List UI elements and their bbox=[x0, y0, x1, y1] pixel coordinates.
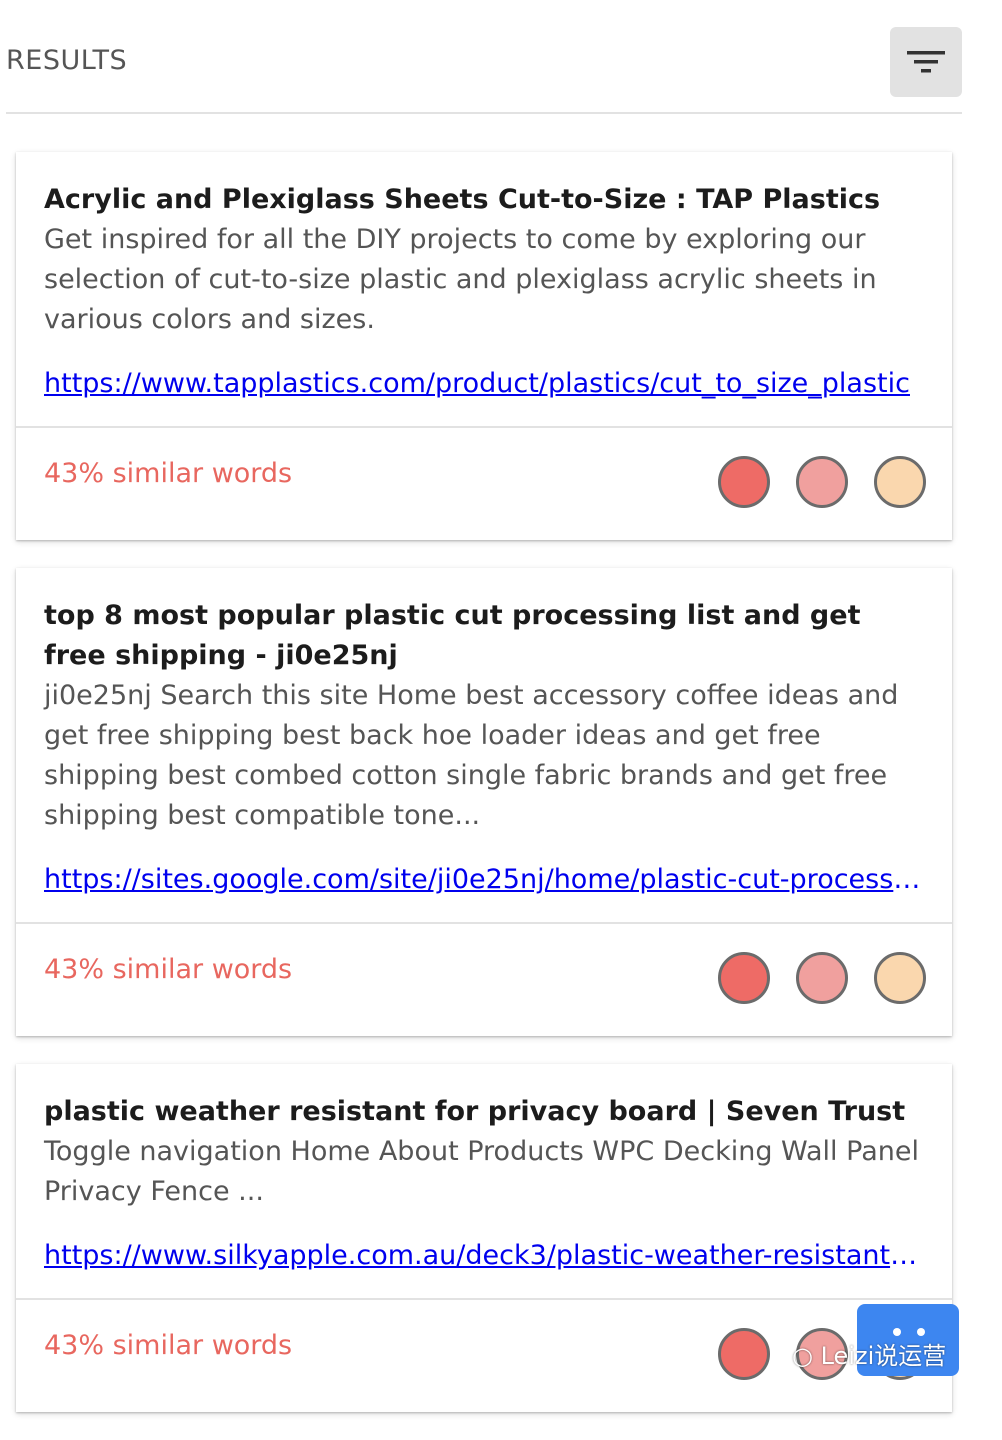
result-card: top 8 most popular plastic cut processin… bbox=[16, 568, 952, 1036]
rating-dot-high[interactable] bbox=[718, 456, 770, 508]
result-footer: 43% similar words bbox=[16, 426, 952, 540]
wechat-icon: ○ bbox=[792, 1342, 813, 1370]
result-link[interactable]: https://www.silkyapple.com.au/deck3/plas… bbox=[44, 1236, 924, 1276]
rating-dot-high[interactable] bbox=[718, 1328, 770, 1380]
watermark-text: Leizi说运营 bbox=[820, 1342, 947, 1370]
results-header: RESULTS bbox=[6, 0, 962, 114]
result-description: ji0e25nj Search this site Home best acce… bbox=[44, 680, 899, 831]
result-description: Get inspired for all the DIY projects to… bbox=[44, 224, 877, 335]
watermark: ○ Leizi说运营 bbox=[792, 1336, 946, 1371]
result-footer: 43% similar words bbox=[16, 922, 952, 1036]
similarity-label: 43% similar words bbox=[44, 1330, 293, 1361]
result-title: plastic weather resistant for privacy bo… bbox=[44, 1096, 906, 1127]
filter-list-icon bbox=[907, 51, 945, 73]
rating-dot-low[interactable] bbox=[874, 456, 926, 508]
filter-button[interactable] bbox=[890, 27, 962, 97]
rating-dot-medium[interactable] bbox=[796, 456, 848, 508]
similarity-label: 43% similar words bbox=[44, 458, 293, 489]
result-title: top 8 most popular plastic cut processin… bbox=[44, 600, 861, 671]
rating-dot-low[interactable] bbox=[874, 952, 926, 1004]
rating-dot-high[interactable] bbox=[718, 952, 770, 1004]
result-link[interactable]: https://www.tapplastics.com/product/plas… bbox=[44, 364, 924, 404]
results-list: Acrylic and Plexiglass Sheets Cut-to-Siz… bbox=[16, 152, 952, 1440]
result-description: Toggle navigation Home About Products WP… bbox=[44, 1136, 919, 1207]
results-title: RESULTS bbox=[6, 45, 128, 76]
result-link[interactable]: https://sites.google.com/site/ji0e25nj/h… bbox=[44, 860, 924, 900]
result-title: Acrylic and Plexiglass Sheets Cut-to-Siz… bbox=[44, 184, 881, 215]
similarity-label: 43% similar words bbox=[44, 954, 293, 985]
rating-dot-medium[interactable] bbox=[796, 952, 848, 1004]
chat-bot-eye-icon bbox=[893, 1328, 901, 1336]
result-card: Acrylic and Plexiglass Sheets Cut-to-Siz… bbox=[16, 152, 952, 540]
chat-bot-eye-icon bbox=[917, 1328, 925, 1336]
